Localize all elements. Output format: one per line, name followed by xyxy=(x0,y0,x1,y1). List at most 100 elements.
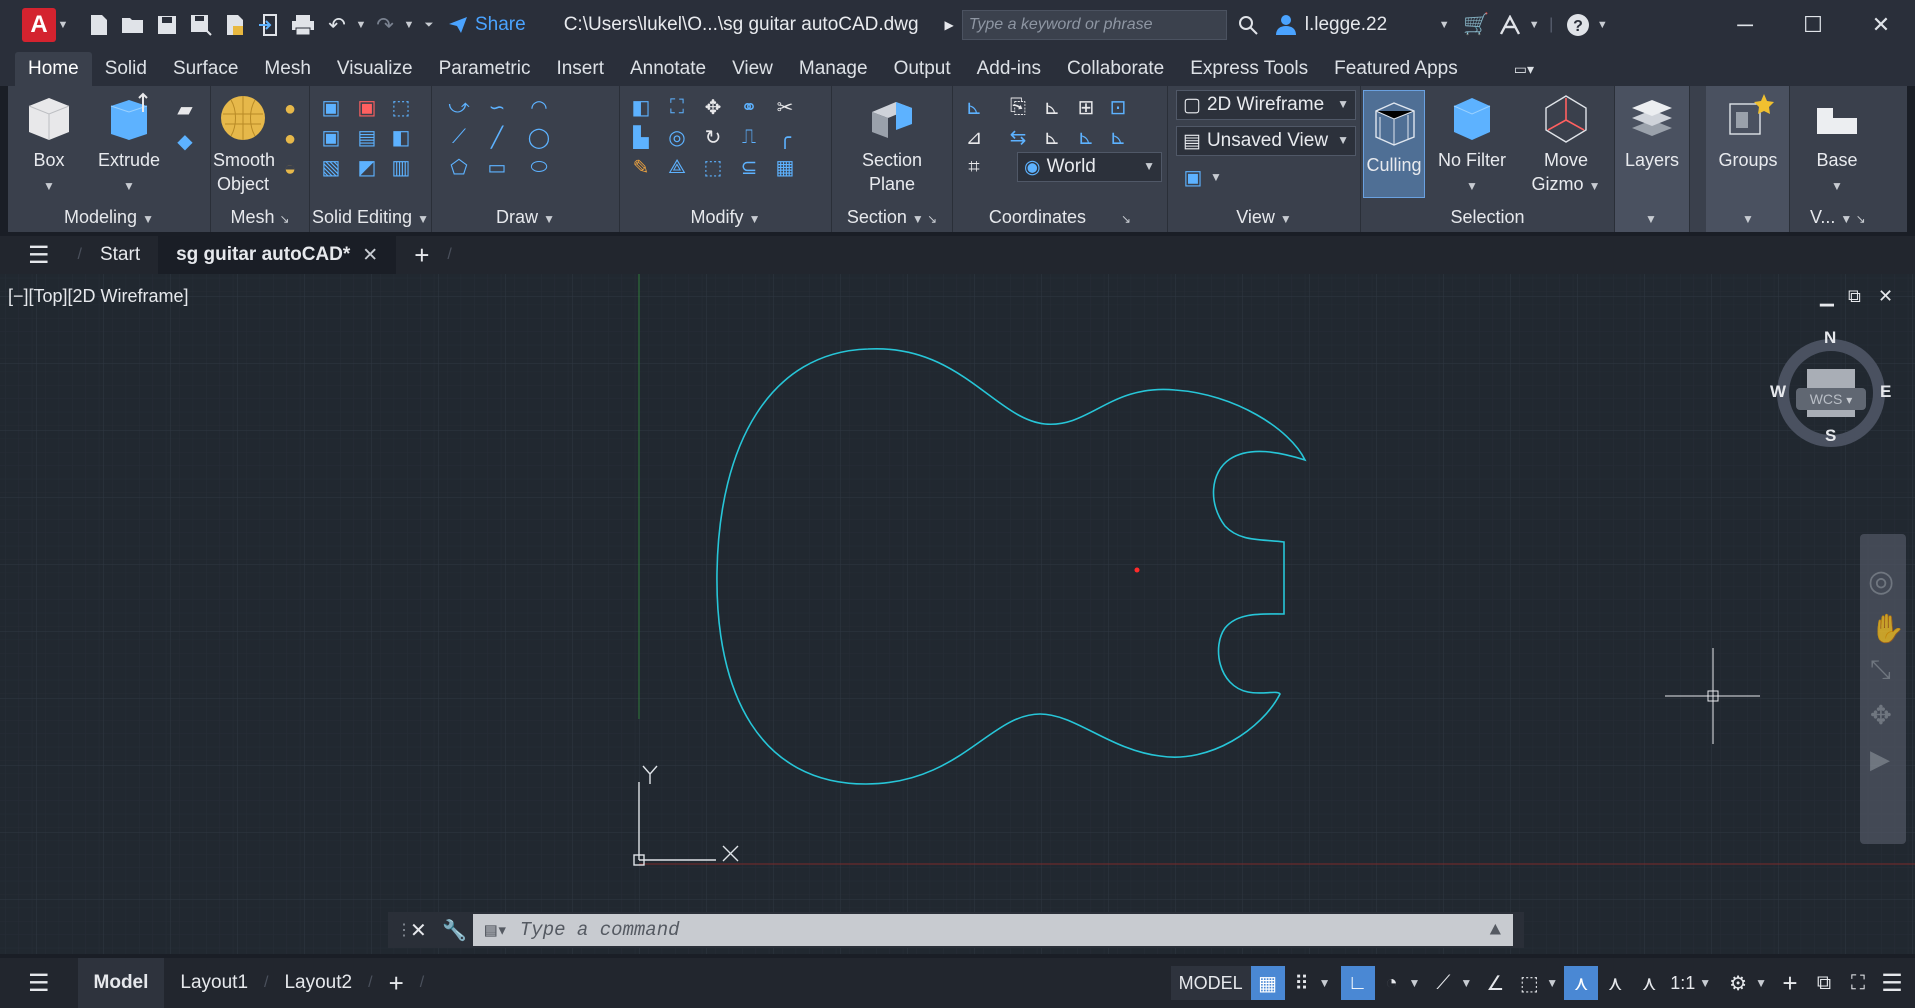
mesh-smooth-less-icon[interactable]: ● xyxy=(275,124,305,154)
tab-home[interactable]: Home xyxy=(15,52,92,86)
union-icon[interactable]: ▣ xyxy=(316,92,346,122)
ucs-icon[interactable]: ⊾ xyxy=(959,92,989,122)
ucs-dropdown[interactable]: ◉ World ▼ xyxy=(1017,152,1162,182)
tab-output[interactable]: Output xyxy=(881,52,964,86)
solid-history-icon[interactable]: ⬚ xyxy=(386,92,416,122)
help-chevron-icon[interactable]: ▼ xyxy=(1595,19,1609,31)
groups-button[interactable]: Groups xyxy=(1710,92,1786,172)
undo-icon[interactable]: ↶ xyxy=(320,8,354,42)
steering-wheel-icon[interactable]: ◎ xyxy=(1868,564,1894,599)
new-layout-icon[interactable]: + xyxy=(373,958,420,1008)
named-view-dropdown[interactable]: ▤ Unsaved View ▼ xyxy=(1176,126,1356,156)
ucs-face-icon[interactable]: ⇆ xyxy=(1003,122,1033,152)
polar-icon[interactable]: ◔ xyxy=(1375,966,1409,1000)
command-close-icon[interactable]: ✕ xyxy=(410,918,427,943)
subtract-icon[interactable]: ▣ xyxy=(352,92,382,122)
tab-annotate[interactable]: Annotate xyxy=(617,52,719,86)
base-button[interactable]: Base ▼ xyxy=(1802,92,1872,198)
intersect-icon[interactable]: ▣ xyxy=(316,122,346,152)
annotation-visibility-icon[interactable]: ⋏ xyxy=(1564,966,1599,1000)
polygon-icon[interactable]: ⬠ xyxy=(444,152,474,182)
move-gizmo-button[interactable]: Move Gizmo ▼ xyxy=(1523,92,1609,198)
interfere-icon[interactable]: ▧ xyxy=(316,152,346,182)
undo-chevron-icon[interactable]: ▼ xyxy=(354,19,368,31)
ellipse-icon[interactable]: ⬭ xyxy=(524,152,554,182)
rotate-icon[interactable]: ↻ xyxy=(698,122,728,152)
viewport-restore-icon[interactable]: ⧉ xyxy=(1848,286,1861,307)
tab-solid[interactable]: Solid xyxy=(92,52,160,86)
import-icon[interactable] xyxy=(252,8,286,42)
orbit-icon[interactable]: ✥ xyxy=(1870,700,1892,731)
stretch-icon[interactable]: ⎍ xyxy=(734,122,764,152)
object-snap-chevron-icon[interactable]: ▼ xyxy=(1546,976,1558,990)
section-plane-button[interactable]: Section Plane xyxy=(852,92,932,196)
app-menu-chevron-icon[interactable]: ▼ xyxy=(56,19,70,31)
command-history-icon[interactable]: ▤▾ xyxy=(485,919,508,942)
save-as-icon[interactable] xyxy=(184,8,218,42)
tab-current-drawing[interactable]: sg guitar autoCAD* ✕ xyxy=(158,236,397,274)
panel-draw-title[interactable]: Draw ▼ xyxy=(432,207,619,228)
culling-button[interactable]: Culling xyxy=(1363,90,1425,198)
separate-icon[interactable]: ▥ xyxy=(386,152,416,182)
layout-tabs-menu-icon[interactable]: ☰ xyxy=(0,958,78,1008)
ucs-x-icon[interactable]: ⊾ xyxy=(1037,122,1067,152)
user-account[interactable]: l.legge.22 xyxy=(1275,14,1387,36)
pan-icon[interactable]: ✋ xyxy=(1870,612,1905,645)
thicken-icon[interactable]: ◩ xyxy=(352,152,382,182)
app-chevron-icon[interactable]: ▼ xyxy=(1527,19,1541,31)
copy-icon[interactable]: ⚭ xyxy=(734,92,764,122)
save-icon[interactable] xyxy=(150,8,184,42)
tab-insert[interactable]: Insert xyxy=(543,52,617,86)
file-tabs-menu-icon[interactable]: ☰ xyxy=(0,236,78,274)
command-customize-icon[interactable]: 🔧 xyxy=(442,918,467,943)
grid-icon[interactable]: ▦ xyxy=(1250,966,1285,1000)
object-snap-icon[interactable]: ⬚ xyxy=(1512,966,1546,1000)
drawing-area[interactable]: [−][Top][2D Wireframe] ▁ ⧉ ✕ N S W E TOP… xyxy=(0,274,1915,954)
panel-coordinates-title[interactable]: Coordinates ↘ xyxy=(953,207,1167,228)
command-expand-icon[interactable]: ▲ xyxy=(1490,919,1501,941)
visual-style-dropdown[interactable]: ▢ 2D Wireframe ▼ xyxy=(1176,90,1356,120)
auto-scale-icon[interactable]: ⋏ xyxy=(1598,966,1632,1000)
move-icon[interactable]: ✥ xyxy=(698,92,728,122)
osnap-chevron-icon[interactable]: ▼ xyxy=(1460,976,1472,990)
tab-featured-apps[interactable]: Featured Apps xyxy=(1321,52,1471,86)
box-button[interactable]: Box ▼ xyxy=(14,92,84,198)
ucs-object-icon[interactable]: ⊿ xyxy=(959,122,989,152)
search-input[interactable]: Type a keyword or phrase xyxy=(961,10,1227,40)
mesh-refine-icon[interactable]: ◒ xyxy=(275,154,305,184)
search-expand-icon[interactable]: ▶ xyxy=(945,18,954,32)
no-filter-button[interactable]: No Filter ▼ xyxy=(1429,92,1515,198)
snap-icon[interactable]: ⠿ xyxy=(1285,966,1319,1000)
maximize-icon[interactable]: ☐ xyxy=(1779,0,1847,50)
viewport-config-chevron-icon[interactable]: ▼ xyxy=(1210,170,1222,184)
help-icon[interactable]: ? xyxy=(1561,8,1595,42)
3d-array-icon[interactable]: ▙ xyxy=(626,122,656,152)
ucs-y-icon[interactable]: ⊾ xyxy=(1071,122,1101,152)
tab-collaborate[interactable]: Collaborate xyxy=(1054,52,1177,86)
fillet-icon[interactable]: ╭ xyxy=(770,122,800,152)
wcs-menu[interactable]: WCS ▾ xyxy=(1796,388,1866,410)
object-snap-tracking-icon[interactable]: ⟋ xyxy=(1426,966,1460,1000)
redo-chevron-icon[interactable]: ▼ xyxy=(402,19,416,31)
tab-parametric[interactable]: Parametric xyxy=(426,52,544,86)
3d-scale-icon[interactable]: ⟁ xyxy=(662,152,692,182)
panel-solid-editing-title[interactable]: Solid Editing ▼ xyxy=(310,207,431,228)
close-icon[interactable]: ✕ xyxy=(1847,0,1915,50)
snap-chevron-icon[interactable]: ▼ xyxy=(1319,976,1331,990)
zoom-extents-icon[interactable]: ⤡ xyxy=(1870,654,1891,686)
customization-menu-icon[interactable]: ☰ xyxy=(1875,966,1909,1000)
offset-icon[interactable]: ⊆ xyxy=(734,152,764,182)
presspull-icon[interactable]: ▰ xyxy=(170,94,200,124)
tab-surface[interactable]: Surface xyxy=(160,52,251,86)
ucs-origin-icon[interactable]: ⊞ xyxy=(1071,92,1101,122)
circle-icon[interactable]: ◯ xyxy=(524,122,554,152)
showmotion-icon[interactable]: ▶ xyxy=(1870,744,1890,775)
layers-button[interactable]: Layers xyxy=(1617,92,1687,172)
3d-rotate-icon[interactable]: ◎ xyxy=(662,122,692,152)
scale-value[interactable]: 1:1 xyxy=(1666,958,1699,1008)
polysolid-icon[interactable]: ◆ xyxy=(170,126,200,156)
ucs-previous-icon[interactable]: ⊾ xyxy=(1037,92,1067,122)
3d-align-icon[interactable]: ⛶ xyxy=(662,92,692,122)
tab-layout2[interactable]: Layout2 xyxy=(268,958,368,1008)
ucs-named-icon[interactable]: ⎘ xyxy=(1003,92,1033,122)
